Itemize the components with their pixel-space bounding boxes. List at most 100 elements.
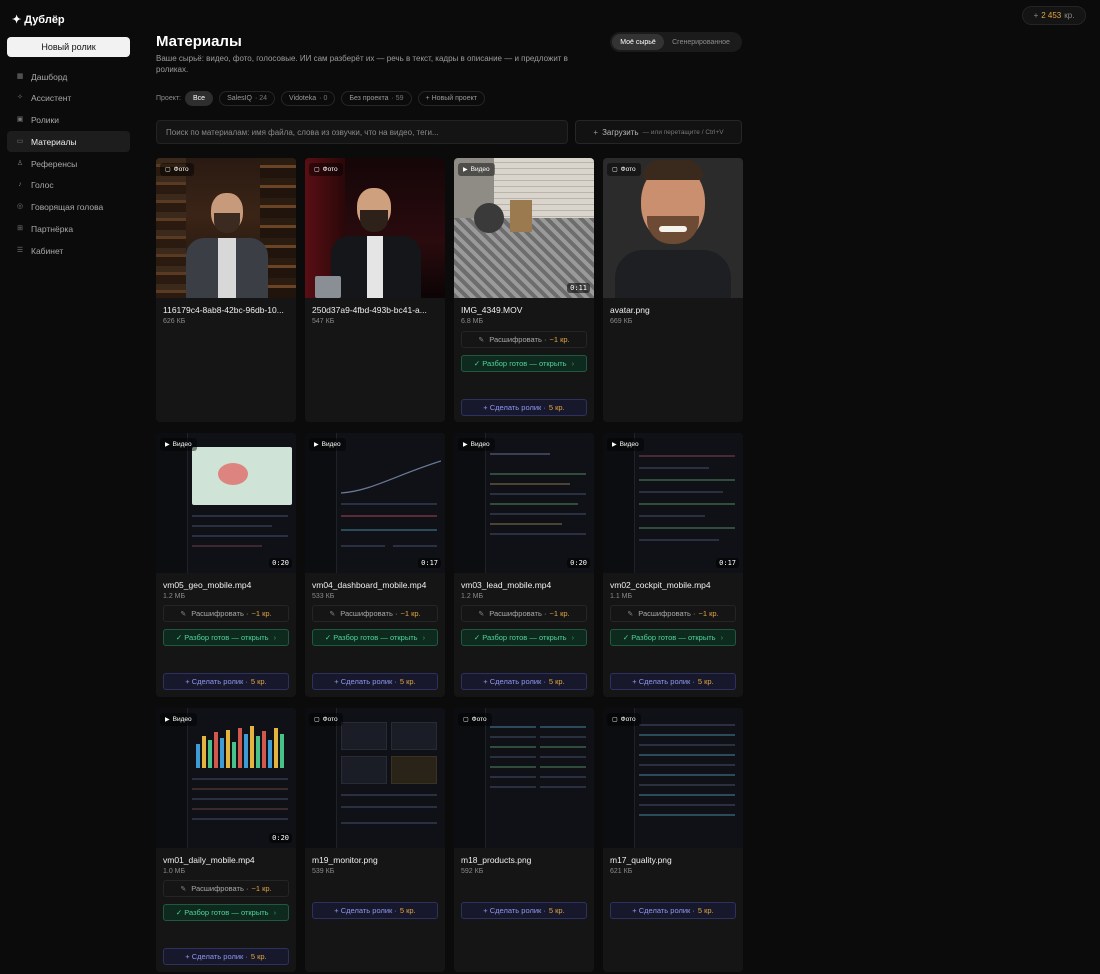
- type-badge: ▶ Видео: [458, 438, 495, 451]
- thumbnail: ▢ Фото: [305, 158, 445, 298]
- video-icon: ▶: [165, 717, 170, 723]
- material-card[interactable]: ▶ Видео 0:20 vm05_geo_mobile.mp4 1.2 МБ ✎…: [156, 433, 296, 697]
- plus-icon: +: [593, 127, 599, 137]
- material-card[interactable]: ▢ Фото m19_monitor.png 539 КБ + Сделать р…: [305, 708, 445, 972]
- project-chip-vidoteka[interactable]: Vidoteka · 0: [281, 90, 336, 106]
- sidebar-item-materials[interactable]: ▭ Материалы: [7, 131, 130, 153]
- make-video-button[interactable]: + Сделать ролик · 5 кр.: [461, 399, 587, 416]
- transcribe-button[interactable]: ✎ Расшифровать · ~1 кр.: [163, 880, 289, 897]
- video-icon: ▶: [314, 442, 319, 448]
- video-icon: ▶: [463, 167, 468, 173]
- type-badge: ▶ Видео: [160, 713, 197, 726]
- open-analysis-button[interactable]: ✓ Разбор готов — открыть ›: [312, 629, 438, 646]
- type-badge: ▢ Фото: [309, 163, 343, 176]
- search-input[interactable]: [166, 127, 558, 137]
- file-name: vm05_geo_mobile.mp4: [163, 580, 252, 590]
- open-analysis-button[interactable]: ✓ Разбор готов — открыть ›: [163, 904, 289, 921]
- upload-button[interactable]: + Загрузить — или перетащите / Ctrl+V: [575, 120, 742, 144]
- make-video-button[interactable]: + Сделать ролик · 5 кр.: [461, 673, 587, 690]
- file-name: vm03_lead_mobile.mp4: [461, 580, 552, 590]
- sidebar-item-videos[interactable]: ▣ Ролики: [7, 110, 130, 131]
- open-analysis-button[interactable]: ✓ Разбор готов — открыть ›: [461, 355, 587, 372]
- open-analysis-button[interactable]: ✓ Разбор готов — открыть ›: [461, 629, 587, 646]
- make-video-button[interactable]: + Сделать ролик · 5 кр.: [312, 673, 438, 690]
- file-size: 547 КБ: [312, 318, 335, 325]
- search-bar: [156, 120, 568, 144]
- duration-label: 0:17: [716, 558, 739, 568]
- file-name: 250d37a9-4fbd-493b-bc41-a...: [312, 305, 427, 315]
- image-icon: ▢: [612, 717, 618, 723]
- project-chip-all[interactable]: Все: [185, 90, 214, 106]
- file-size: 1.1 МБ: [610, 593, 633, 600]
- duration-label: 0:17: [418, 558, 441, 568]
- thumbnail: ▶ Видео 0:20: [454, 433, 594, 573]
- make-video-button[interactable]: + Сделать ролик · 5 кр.: [461, 902, 587, 919]
- type-badge: ▶ Видео: [607, 438, 644, 451]
- transcribe-button[interactable]: ✎ Расшифровать · ~1 кр.: [610, 605, 736, 622]
- sidebar-item-references[interactable]: ♙ Референсы: [7, 153, 130, 174]
- sidebar-item-dashboard[interactable]: ▦ Дашборд: [7, 66, 130, 87]
- material-card[interactable]: ▢ Фото m17_quality.png 621 КБ + Сделать р…: [603, 708, 743, 972]
- transcribe-button[interactable]: ✎ Расшифровать · ~1 кр.: [461, 331, 587, 348]
- type-badge: ▢ Фото: [309, 713, 343, 726]
- new-video-button[interactable]: Новый ролик: [7, 37, 130, 57]
- credits-balance[interactable]: + 2 453 кр.: [1022, 6, 1086, 25]
- sidebar-item-assistant[interactable]: ✧ Ассистент: [7, 88, 130, 109]
- material-card[interactable]: ▶ Видео 0:17 vm04_dashboard_mobile.mp4 53…: [305, 433, 445, 697]
- material-card[interactable]: ▢ Фото 116179c4-8ab8-42bc-96db-10... 626 …: [156, 158, 296, 422]
- sidebar-item-talking-head[interactable]: ◎ Говорящая голова: [7, 197, 130, 218]
- image-icon: ▢: [314, 717, 320, 723]
- thumbnail: ▢ Фото: [603, 158, 743, 298]
- plus-icon: +: [1033, 11, 1039, 20]
- material-card[interactable]: ▶ Видео 0:20 vm03_lead_mobile.mp4 1.2 МБ …: [454, 433, 594, 697]
- file-size: 592 КБ: [461, 868, 484, 875]
- image-icon: ▢: [314, 167, 320, 173]
- sidebar-item-account[interactable]: ☰ Кабинет: [7, 240, 130, 261]
- folder-icon: ▭: [16, 137, 24, 145]
- file-name: 116179c4-8ab8-42bc-96db-10...: [163, 305, 284, 315]
- make-video-button[interactable]: + Сделать ролик · 5 кр.: [610, 673, 736, 690]
- type-badge: ▶ Видео: [458, 163, 495, 176]
- make-video-button[interactable]: + Сделать ролик · 5 кр.: [163, 948, 289, 965]
- project-chip-salesiq[interactable]: SalesIQ · 24: [219, 90, 276, 106]
- thumbnail: ▶ Видео 0:20: [156, 708, 296, 848]
- material-card[interactable]: ▶ Видео 0:20 vm01_daily_mobile.mp4 1.0 МБ…: [156, 708, 296, 972]
- material-card[interactable]: ▶ Видео 0:17 vm02_cockpit_mobile.mp4 1.1 …: [603, 433, 743, 697]
- transcribe-button[interactable]: ✎ Расшифровать · ~1 кр.: [461, 605, 587, 622]
- make-video-button[interactable]: + Сделать ролик · 5 кр.: [312, 902, 438, 919]
- page-subtitle: Ваше сырьё: видео, фото, голосовые. ИИ с…: [156, 54, 568, 74]
- chevron-right-icon: ›: [273, 908, 277, 917]
- file-size: 669 КБ: [610, 318, 633, 325]
- project-filter: Проект: Все SalesIQ · 24 Vidoteka · 0 Без …: [156, 90, 491, 106]
- material-card[interactable]: ▶ Видео 0:11 IMG_4349.MOV 6.8 МБ ✎ Расшифр…: [454, 158, 594, 422]
- material-card[interactable]: ▢ Фото 250d37a9-4fbd-493b-bc41-a... 547 К…: [305, 158, 445, 422]
- file-name: avatar.png: [610, 305, 650, 315]
- make-video-button[interactable]: + Сделать ролик · 5 кр.: [610, 902, 736, 919]
- material-card[interactable]: ▢ Фото m18_products.png 592 КБ + Сделать …: [454, 708, 594, 972]
- transcribe-button[interactable]: ✎ Расшифровать · ~1 кр.: [312, 605, 438, 622]
- gift-icon: ⊞: [17, 225, 23, 233]
- new-project-button[interactable]: + Новый проект: [417, 90, 485, 106]
- sidebar-item-partners[interactable]: ⊞ Партнёрка: [7, 219, 130, 240]
- app-logo[interactable]: ✦ Дублёр: [12, 13, 65, 26]
- make-video-button[interactable]: + Сделать ролик · 5 кр.: [163, 673, 289, 690]
- file-size: 1.0 МБ: [163, 868, 186, 875]
- thumbnail: ▶ Видео 0:17: [305, 433, 445, 573]
- type-badge: ▶ Видео: [160, 438, 197, 451]
- thumbnail: ▢ Фото: [603, 708, 743, 848]
- project-chip-no-project[interactable]: Без проекта · 59: [341, 90, 412, 106]
- file-size: 1.2 МБ: [461, 593, 484, 600]
- file-size: 621 КБ: [610, 868, 633, 875]
- open-analysis-button[interactable]: ✓ Разбор готов — открыть ›: [610, 629, 736, 646]
- transcribe-button[interactable]: ✎ Расшифровать · ~1 кр.: [163, 605, 289, 622]
- tab-my-raw[interactable]: Моё сырьё: [612, 34, 664, 50]
- thumbnail: ▢ Фото: [156, 158, 296, 298]
- file-size: 626 КБ: [163, 318, 186, 325]
- chevron-right-icon: ›: [422, 633, 426, 642]
- source-toggle: Моё сырьё Сгенерированное: [610, 32, 742, 52]
- material-card[interactable]: ▢ Фото avatar.png 669 КБ: [603, 158, 743, 422]
- sidebar-item-voice[interactable]: ♪ Голос: [7, 175, 130, 196]
- pencil-icon: ✎: [478, 336, 485, 344]
- tab-generated[interactable]: Сгенерированное: [664, 34, 738, 50]
- open-analysis-button[interactable]: ✓ Разбор готов — открыть ›: [163, 629, 289, 646]
